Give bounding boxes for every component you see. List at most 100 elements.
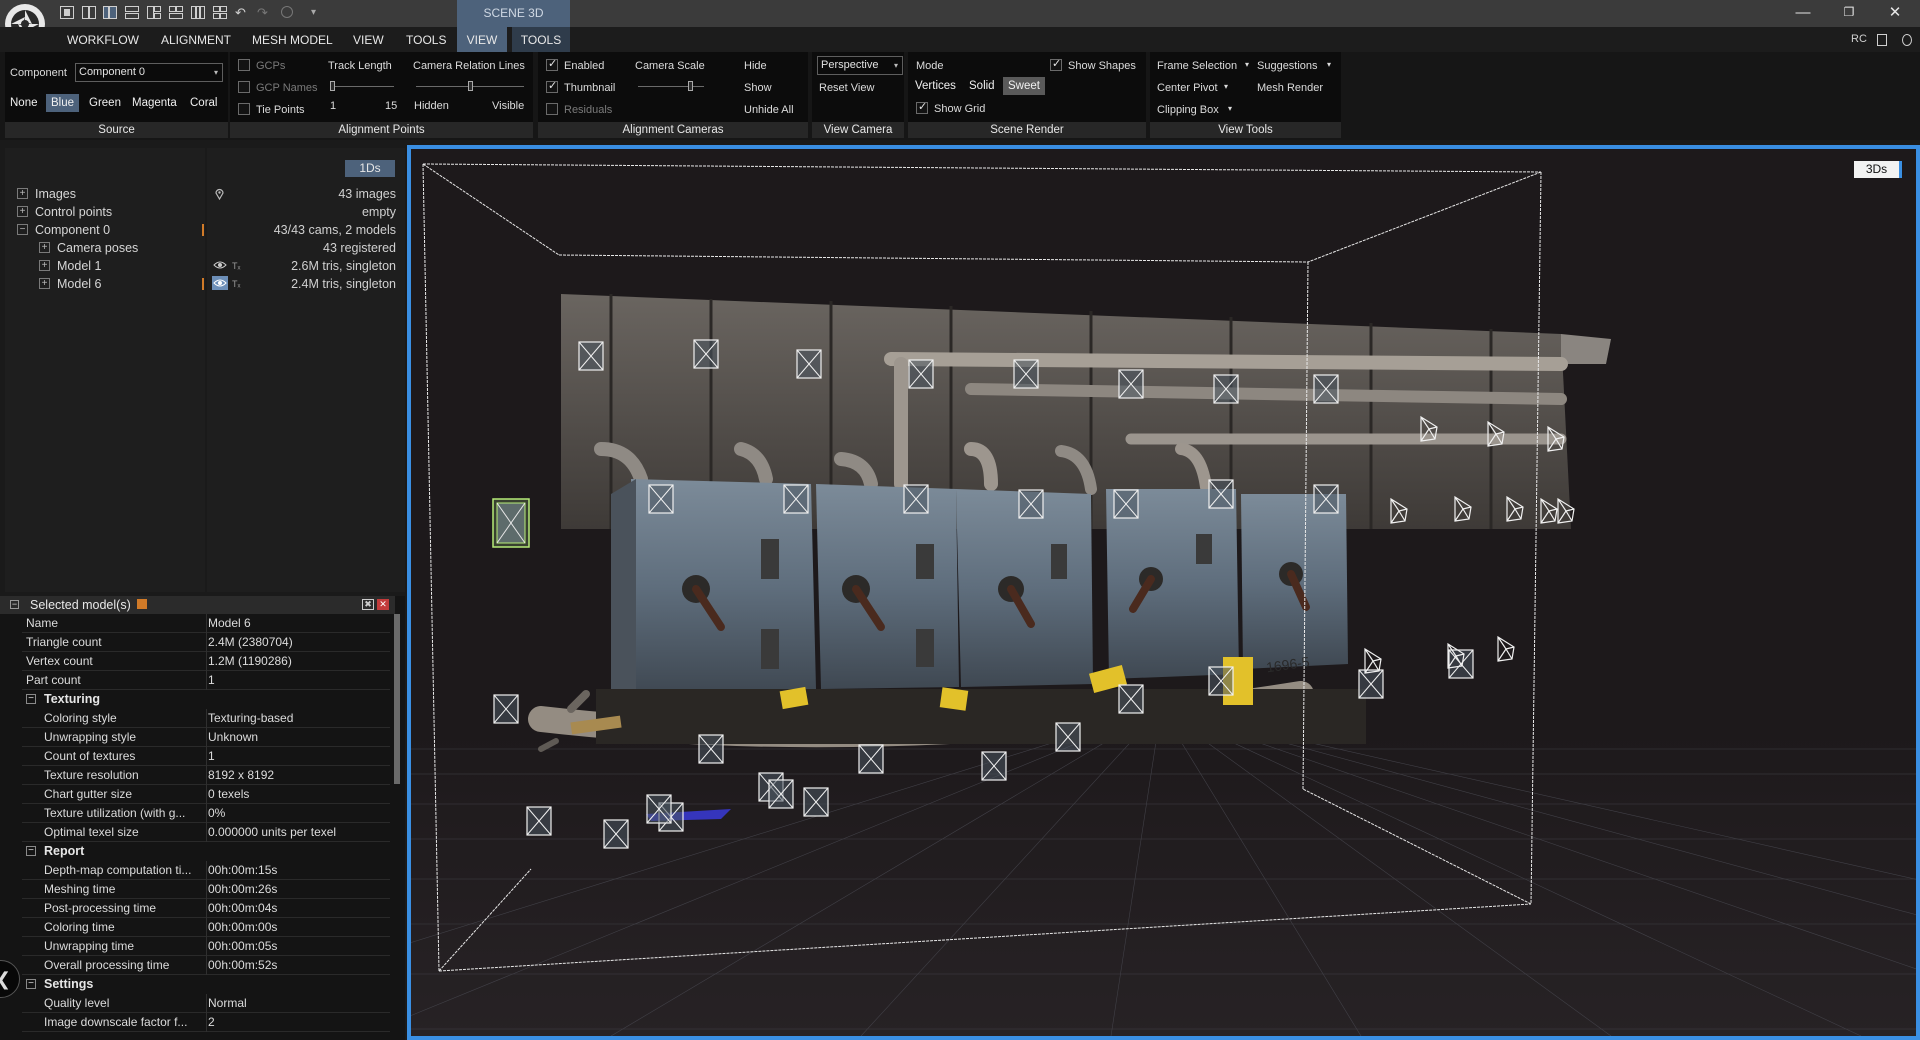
tree-item-camera-poses[interactable]: Camera poses xyxy=(57,239,138,257)
camera-frustum-icon[interactable] xyxy=(903,484,929,514)
tie-points-checkbox[interactable] xyxy=(238,103,250,115)
gcp-names-checkbox[interactable] xyxy=(238,81,250,93)
gcps-checkbox[interactable] xyxy=(238,59,250,71)
layout-3-icon[interactable] xyxy=(103,6,117,19)
show-grid-checkbox[interactable] xyxy=(916,100,928,114)
camera-scale-slider[interactable] xyxy=(638,86,704,87)
layout-1-icon[interactable] xyxy=(60,6,74,19)
tree-item-model-6[interactable]: Model 6 xyxy=(57,275,101,293)
camera-frustum-icon[interactable] xyxy=(1313,374,1339,404)
tab-tools[interactable]: TOOLS xyxy=(512,27,570,52)
track-length-thumb[interactable] xyxy=(330,81,335,91)
camera-frustum-icon[interactable] xyxy=(796,349,822,379)
pin-icon[interactable] xyxy=(137,599,147,609)
tab-view[interactable]: VIEW xyxy=(457,27,507,52)
camera-frustum-icon[interactable] xyxy=(603,819,629,849)
3d-viewport[interactable]: 1696-5 3Ds xyxy=(407,145,1920,1040)
camera-frustum-icon[interactable] xyxy=(698,734,724,764)
layout-8-icon[interactable] xyxy=(213,6,227,19)
minimize-button[interactable]: — xyxy=(1780,0,1826,27)
collapse-component-icon[interactable]: − xyxy=(17,224,28,235)
show-shapes-checkbox[interactable] xyxy=(1050,57,1062,71)
camera-frustum-icon[interactable] xyxy=(648,484,674,514)
close-panel-icon[interactable]: ✕ xyxy=(377,599,389,610)
customize-toolbar-icon[interactable]: ▾ xyxy=(311,6,325,19)
tree-item-component-0[interactable]: Component 0 xyxy=(35,221,110,239)
reset-view-button[interactable]: Reset View xyxy=(819,82,874,94)
layout-4-icon[interactable] xyxy=(125,6,139,19)
color-magenta[interactable]: Magenta xyxy=(127,94,182,112)
camera-frustum-icon[interactable] xyxy=(646,794,672,824)
undo-icon[interactable]: ↶ xyxy=(235,6,249,19)
collapse-icon[interactable]: − xyxy=(26,846,36,856)
suggestions-button[interactable]: Suggestions xyxy=(1257,60,1318,72)
help-icon[interactable] xyxy=(1902,34,1912,46)
menu-view[interactable]: VIEW xyxy=(353,27,384,52)
close-button[interactable]: ✕ xyxy=(1872,0,1918,27)
tree-item-control-points[interactable]: Control points xyxy=(35,203,112,221)
tree-item-images[interactable]: Images xyxy=(35,185,76,203)
show-button[interactable]: Show xyxy=(744,82,772,94)
camera-frustum-icon[interactable] xyxy=(858,744,884,774)
layout-2-icon[interactable] xyxy=(82,6,96,19)
chevron-down-icon[interactable]: ▾ xyxy=(1327,60,1331,69)
camera-frustum-icon[interactable] xyxy=(493,694,519,724)
relation-lines-thumb[interactable] xyxy=(468,81,473,91)
component-select[interactable]: Component 0 ▾ xyxy=(75,63,223,82)
camera-frustum-icon[interactable] xyxy=(1013,359,1039,389)
1ds-button[interactable]: 1Ds xyxy=(345,160,395,177)
expand-model-6-icon[interactable]: + xyxy=(39,278,50,289)
layout-6-icon[interactable] xyxy=(169,6,183,19)
clipping-box-button[interactable]: Clipping Box xyxy=(1157,104,1219,116)
hide-button[interactable]: Hide xyxy=(744,60,767,72)
chevron-down-icon[interactable]: ▾ xyxy=(1245,60,1249,69)
section-settings[interactable]: − Settings xyxy=(22,975,390,994)
chevron-down-icon[interactable]: ▾ xyxy=(1228,104,1232,113)
layout-7-icon[interactable] xyxy=(191,6,205,19)
camera-frustum-icon[interactable] xyxy=(1213,374,1239,404)
expand-images-icon[interactable]: + xyxy=(17,188,28,199)
color-coral[interactable]: Coral xyxy=(185,94,222,112)
mesh-render-button[interactable]: Mesh Render xyxy=(1257,82,1323,94)
selected-camera-icon[interactable] xyxy=(492,498,530,548)
frame-selection-button[interactable]: Frame Selection xyxy=(1157,60,1237,72)
camera-frustum-icon[interactable] xyxy=(1113,489,1139,519)
eye-icon[interactable] xyxy=(213,260,227,270)
eye-icon-selected[interactable] xyxy=(212,276,228,290)
chevron-down-icon[interactable]: ▾ xyxy=(1224,82,1228,91)
collapse-icon[interactable]: − xyxy=(26,979,36,989)
collapse-icon[interactable]: − xyxy=(26,694,36,704)
enabled-checkbox[interactable] xyxy=(546,57,558,71)
color-none[interactable]: None xyxy=(5,94,43,112)
camera-frustum-icon[interactable] xyxy=(1118,369,1144,399)
camera-frustum-icon[interactable] xyxy=(1208,479,1234,509)
expand-model-1-icon[interactable]: + xyxy=(39,260,50,271)
unhide-all-button[interactable]: Unhide All xyxy=(744,104,794,116)
camera-frustum-icon[interactable] xyxy=(981,751,1007,781)
3ds-button[interactable]: 3Ds xyxy=(1854,161,1902,178)
restore-button[interactable]: ❐ xyxy=(1826,0,1872,27)
camera-frustum-icon[interactable] xyxy=(1358,669,1384,699)
camera-frustum-icon[interactable] xyxy=(908,359,934,389)
residuals-checkbox[interactable] xyxy=(546,103,558,115)
menu-mesh-model[interactable]: MESH MODEL xyxy=(252,27,333,52)
settings-icon[interactable] xyxy=(280,6,294,19)
camera-frustum-icon[interactable] xyxy=(768,779,794,809)
expand-camera-poses-icon[interactable]: + xyxy=(39,242,50,253)
redo-icon[interactable]: ↷ xyxy=(257,6,271,19)
collapse-panel-icon[interactable]: − xyxy=(10,600,19,609)
scene-3d-tab[interactable]: SCENE 3D xyxy=(457,0,570,27)
mode-vertices[interactable]: Vertices xyxy=(910,77,961,95)
camera-frustum-icon[interactable] xyxy=(578,341,604,371)
document-icon[interactable] xyxy=(1877,34,1887,46)
projection-select[interactable]: Perspective ▾ xyxy=(817,56,903,75)
tree-item-model-1[interactable]: Model 1 xyxy=(57,257,101,275)
properties-scrollbar[interactable] xyxy=(394,614,400,784)
color-blue[interactable]: Blue xyxy=(46,94,80,112)
center-pivot-button[interactable]: Center Pivot xyxy=(1157,82,1218,94)
menu-workflow[interactable]: WORKFLOW xyxy=(67,27,139,52)
menu-tools[interactable]: TOOLS xyxy=(406,27,446,52)
camera-frustum-icon[interactable] xyxy=(1118,684,1144,714)
camera-frustum-icon[interactable] xyxy=(1208,666,1234,696)
camera-frustum-icon[interactable] xyxy=(693,339,719,369)
